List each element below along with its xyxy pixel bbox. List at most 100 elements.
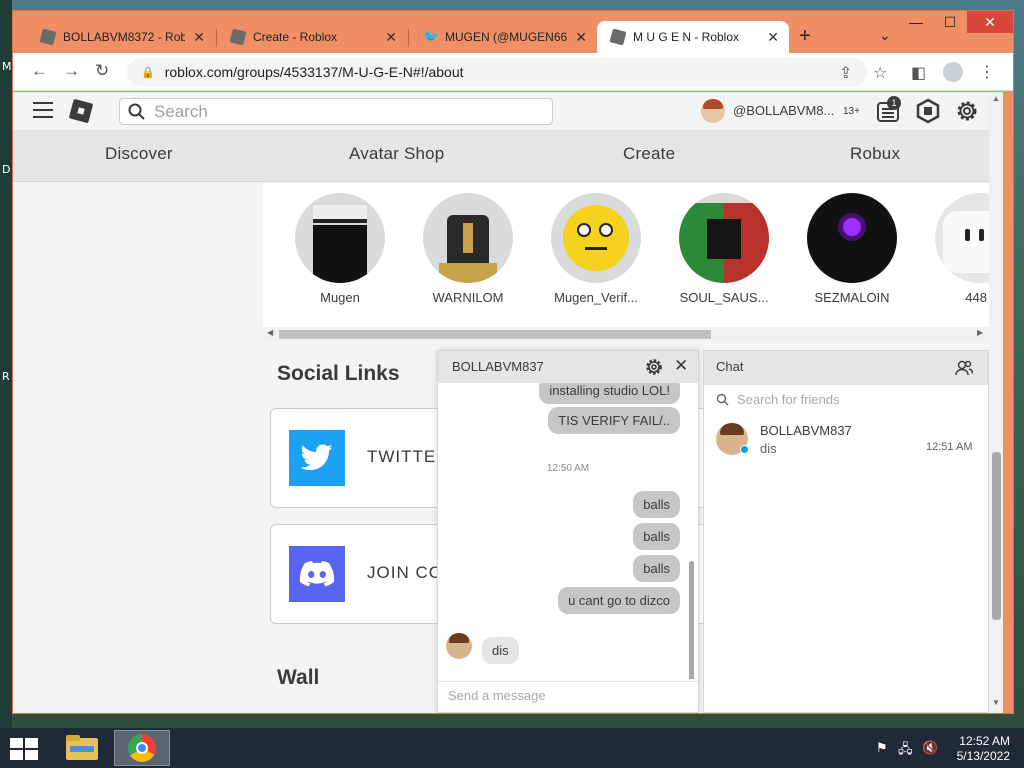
tab-bar: BOLLABVM8372 - Roblo ✕ Create - Roblox ✕… bbox=[13, 11, 1013, 53]
clock-time: 12:52 AM bbox=[959, 734, 1010, 748]
message-bubble: TIS VERIFY FAIL/.. bbox=[548, 407, 680, 434]
tab-search-button[interactable]: ⌄ bbox=[879, 27, 891, 44]
nav-discover[interactable]: Discover bbox=[105, 144, 173, 164]
tab-twitter-mugen[interactable]: 🐦 MUGEN (@MUGEN666 ✕ bbox=[409, 21, 597, 53]
desktop-background bbox=[0, 0, 12, 728]
side-panel-icon[interactable]: ◧ bbox=[911, 63, 926, 83]
member-name: SEZMALOIN bbox=[814, 290, 890, 305]
horizontal-scrollbar[interactable]: ◀ ▶ bbox=[263, 327, 989, 341]
social-link-label: TWITTE bbox=[367, 447, 437, 466]
share-icon[interactable]: ⇪ bbox=[839, 63, 852, 83]
member-avatar bbox=[807, 193, 897, 283]
member-name: WARNILOM bbox=[432, 290, 504, 305]
twitter-icon bbox=[289, 430, 345, 486]
bookmark-star-icon[interactable]: ☆ bbox=[873, 63, 887, 83]
nav-robux[interactable]: Robux bbox=[850, 144, 900, 164]
url-input[interactable]: 🔒 roblox.com/groups/4533137/M-U-G-E-N#!/… bbox=[127, 58, 867, 86]
roblox-icon bbox=[39, 28, 57, 46]
close-tab-icon[interactable]: ✕ bbox=[575, 29, 587, 46]
avatar bbox=[446, 633, 472, 659]
minimize-button[interactable]: — bbox=[899, 11, 933, 33]
menu-icon[interactable]: ⋮ bbox=[979, 62, 995, 82]
conversation-header[interactable]: BOLLABVM837 ✕ bbox=[438, 351, 698, 383]
friend-last-message: dis bbox=[760, 441, 777, 456]
settings-gear-icon[interactable] bbox=[954, 98, 980, 124]
message-input-placeholder: Send a message bbox=[448, 688, 546, 703]
add-friends-icon[interactable] bbox=[954, 359, 974, 377]
friend-name[interactable]: BOLLABVM837 bbox=[760, 423, 852, 438]
scroll-down-icon[interactable]: ▼ bbox=[992, 698, 1000, 707]
system-clock[interactable]: 12:52 AM 5/13/2022 bbox=[954, 734, 1010, 764]
new-tab-button[interactable]: + bbox=[799, 25, 811, 48]
vertical-scrollbar[interactable]: ▲ ▼ bbox=[989, 92, 1003, 713]
tab-mugen-group[interactable]: M U G E N - Roblox ✕ bbox=[597, 21, 789, 53]
action-center-flag-icon[interactable]: ⚑ bbox=[876, 740, 888, 756]
notification-count-badge: 1 bbox=[887, 96, 901, 110]
scroll-right-icon[interactable]: ▶ bbox=[977, 328, 983, 337]
tab-bollabvm-profile[interactable]: BOLLABVM8372 - Roblo ✕ bbox=[27, 21, 215, 53]
chat-scrollbar[interactable] bbox=[689, 561, 694, 679]
file-explorer-icon[interactable] bbox=[56, 730, 112, 766]
volume-muted-icon[interactable]: 🔇 bbox=[922, 740, 938, 756]
clock-date: 5/13/2022 bbox=[956, 749, 1010, 763]
friend-message-time: 12:51 AM bbox=[926, 441, 973, 453]
member-avatar bbox=[935, 193, 989, 283]
roblox-icon bbox=[609, 28, 627, 46]
message-input[interactable]: Send a message bbox=[438, 681, 698, 712]
close-tab-icon[interactable]: ✕ bbox=[767, 29, 779, 46]
member-card[interactable]: Mugen_Verif... bbox=[541, 193, 651, 305]
browser-window: BOLLABVM8372 - Roblo ✕ Create - Roblox ✕… bbox=[12, 10, 1014, 714]
friend-search-placeholder: Search for friends bbox=[737, 392, 840, 407]
twitter-icon: 🐦 bbox=[423, 29, 440, 44]
message-timestamp: 12:50 AM bbox=[546, 463, 590, 474]
scroll-left-icon[interactable]: ◀ bbox=[267, 328, 273, 337]
nav-avatar-shop[interactable]: Avatar Shop bbox=[349, 144, 444, 164]
member-name: Mugen_Verif... bbox=[554, 290, 638, 305]
scrollbar-thumb[interactable] bbox=[279, 330, 711, 339]
chrome-icon[interactable] bbox=[114, 730, 170, 766]
close-tab-icon[interactable]: ✕ bbox=[193, 29, 205, 46]
friend-search-input[interactable]: Search for friends bbox=[716, 392, 840, 407]
member-card[interactable]: Mugen bbox=[285, 193, 395, 305]
close-tab-icon[interactable]: ✕ bbox=[385, 29, 397, 46]
hamburger-menu-icon[interactable] bbox=[33, 102, 53, 118]
avatar[interactable] bbox=[701, 99, 725, 123]
address-bar: ← → ↻ 🔒 roblox.com/groups/4533137/M-U-G-… bbox=[13, 53, 1013, 91]
member-card[interactable]: WARNILOM bbox=[413, 193, 523, 305]
search-input[interactable]: Search bbox=[119, 98, 553, 125]
chat-conversation-window: BOLLABVM837 ✕ installing studio LOL! TIS… bbox=[437, 350, 699, 713]
chat-panel-header[interactable]: Chat bbox=[704, 351, 988, 385]
desktop-icon-label: D bbox=[2, 163, 11, 176]
member-name: SOUL_SAUS... bbox=[679, 290, 769, 305]
windows-start-icon[interactable] bbox=[10, 738, 38, 760]
message-bubble: balls bbox=[633, 523, 680, 550]
robux-icon[interactable] bbox=[915, 98, 941, 124]
member-card[interactable]: 448 bbox=[925, 193, 989, 305]
close-icon[interactable]: ✕ bbox=[674, 356, 688, 376]
member-card[interactable]: SOUL_SAUS... bbox=[669, 193, 779, 305]
username-label[interactable]: @BOLLABVM8... bbox=[733, 103, 834, 118]
maximize-button[interactable]: ☐ bbox=[933, 11, 967, 33]
scrollbar-thumb[interactable] bbox=[992, 452, 1001, 620]
taskbar: ⚑ 🖧 🔇 12:52 AM 5/13/2022 bbox=[0, 728, 1024, 768]
reload-button[interactable]: ↻ bbox=[95, 61, 109, 81]
lock-icon: 🔒 bbox=[141, 66, 155, 79]
tab-title: BOLLABVM8372 - Roblo bbox=[63, 30, 186, 44]
desktop-icon-label: M bbox=[2, 60, 12, 73]
tab-create[interactable]: Create - Roblox ✕ bbox=[217, 21, 407, 53]
nav-create[interactable]: Create bbox=[623, 144, 675, 164]
forward-button[interactable]: → bbox=[63, 61, 80, 81]
close-window-button[interactable]: ✕ bbox=[967, 11, 1013, 33]
age-badge: 13+ bbox=[843, 106, 860, 117]
message-bubble: balls bbox=[633, 491, 680, 518]
settings-gear-icon[interactable] bbox=[644, 357, 664, 377]
message-list: installing studio LOL! TIS VERIFY FAIL/.… bbox=[438, 383, 698, 679]
back-button[interactable]: ← bbox=[31, 61, 48, 81]
profile-icon[interactable] bbox=[943, 62, 963, 82]
member-card[interactable]: SEZMALOIN bbox=[797, 193, 907, 305]
wall-title: Wall bbox=[277, 666, 320, 689]
network-icon[interactable]: 🖧 bbox=[898, 740, 913, 762]
roblox-logo-icon[interactable] bbox=[68, 98, 94, 124]
scroll-up-icon[interactable]: ▲ bbox=[992, 94, 1000, 103]
tab-title: MUGEN (@MUGEN666 bbox=[445, 30, 568, 44]
